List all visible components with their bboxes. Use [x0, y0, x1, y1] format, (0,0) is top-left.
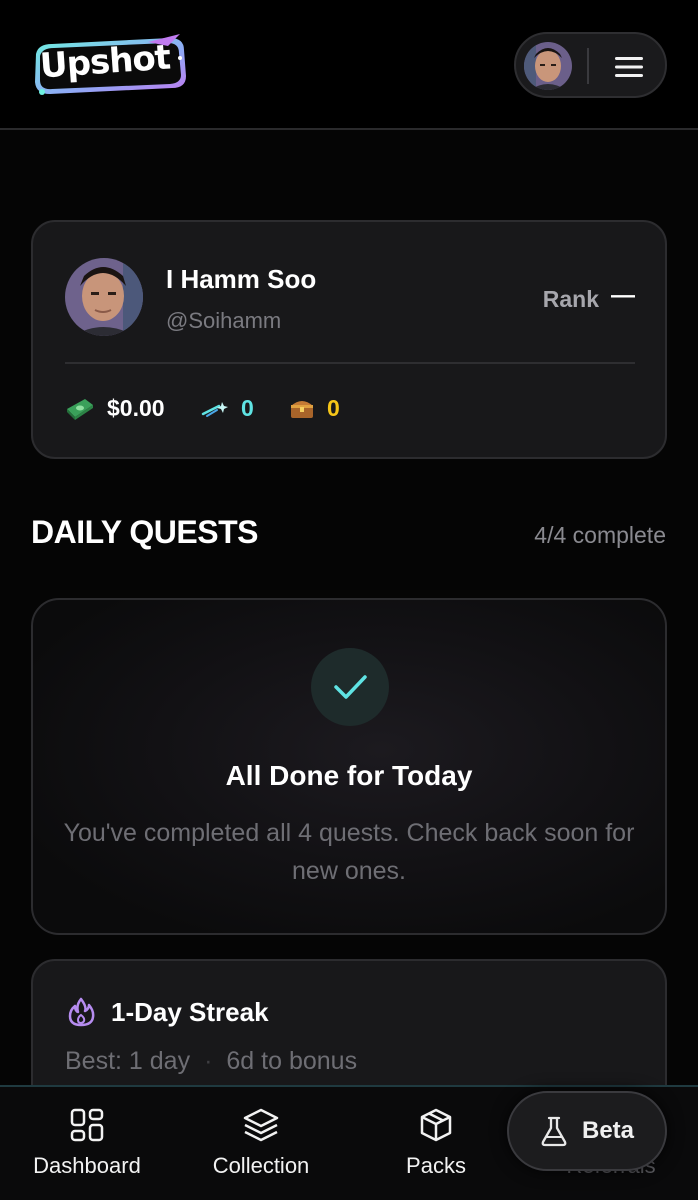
streak-separator: ·	[204, 1047, 213, 1075]
avatar[interactable]	[524, 42, 572, 90]
upshot-logo[interactable]: Upshot	[30, 32, 190, 102]
user-menu-pill[interactable]	[514, 32, 667, 98]
all-done-title: All Done for Today	[225, 760, 473, 791]
streak-best: Best: 1 day	[65, 1047, 191, 1075]
profile-card: I Hamm Soo @Soihamm Rank — $0.00 0 0	[31, 220, 667, 459]
pill-divider	[587, 48, 589, 84]
beta-label: Beta	[581, 1117, 635, 1144]
streak-bonus: 6d to bonus	[226, 1047, 358, 1075]
streak-title: 1-Day Streak	[111, 997, 269, 1027]
chest-stat: 0	[289, 392, 340, 424]
profile-name: I Hamm Soo	[166, 264, 317, 294]
streak-details: Best: 1 day · 6d to bonus	[65, 1047, 357, 1076]
grid-icon	[70, 1108, 104, 1142]
nav-packs-label: Packs	[406, 1153, 466, 1178]
treasure-chest-icon	[291, 401, 313, 418]
cash-icon	[67, 399, 93, 420]
nav-collection[interactable]: Collection	[176, 1107, 346, 1179]
top-header: Upshot	[0, 0, 698, 130]
nav-packs[interactable]: Packs	[351, 1107, 521, 1179]
quests-progress: 4/4 complete	[534, 522, 666, 548]
check-icon	[311, 648, 389, 726]
chest-value: 0	[327, 394, 340, 421]
profile-handle: @Soihamm	[166, 308, 282, 333]
rank-label: Rank	[542, 286, 599, 312]
box-icon	[420, 1108, 452, 1142]
shooting-star-icon	[201, 402, 228, 417]
layers-icon	[243, 1108, 279, 1142]
stars-value: 0	[241, 394, 254, 421]
profile-divider	[65, 362, 635, 364]
nav-collection-label: Collection	[212, 1153, 310, 1178]
beta-button[interactable]: Beta	[507, 1091, 667, 1171]
hamburger-icon[interactable]	[612, 52, 646, 82]
all-done-message: You've completed all 4 quests. Check bac…	[63, 819, 635, 885]
cash-value: $0.00	[107, 394, 165, 421]
quests-complete-card: All Done for Today You've completed all …	[31, 598, 667, 935]
nav-dashboard-label: Dashboard	[33, 1153, 141, 1178]
cash-stat: $0.00	[65, 392, 165, 424]
page: Upshot I Hamm Soo @Soihamm Rank — $0.00 …	[0, 0, 698, 1200]
stars-stat: 0	[201, 392, 254, 424]
profile-avatar-image	[65, 258, 143, 336]
flame-icon	[67, 997, 95, 1027]
rank-value: —	[611, 282, 635, 309]
avatar-image	[524, 42, 572, 90]
profile-avatar	[65, 258, 143, 336]
nav-dashboard[interactable]: Dashboard	[2, 1107, 172, 1179]
daily-quests-heading: DAILY QUESTS	[31, 514, 258, 550]
flask-icon	[541, 1116, 567, 1147]
